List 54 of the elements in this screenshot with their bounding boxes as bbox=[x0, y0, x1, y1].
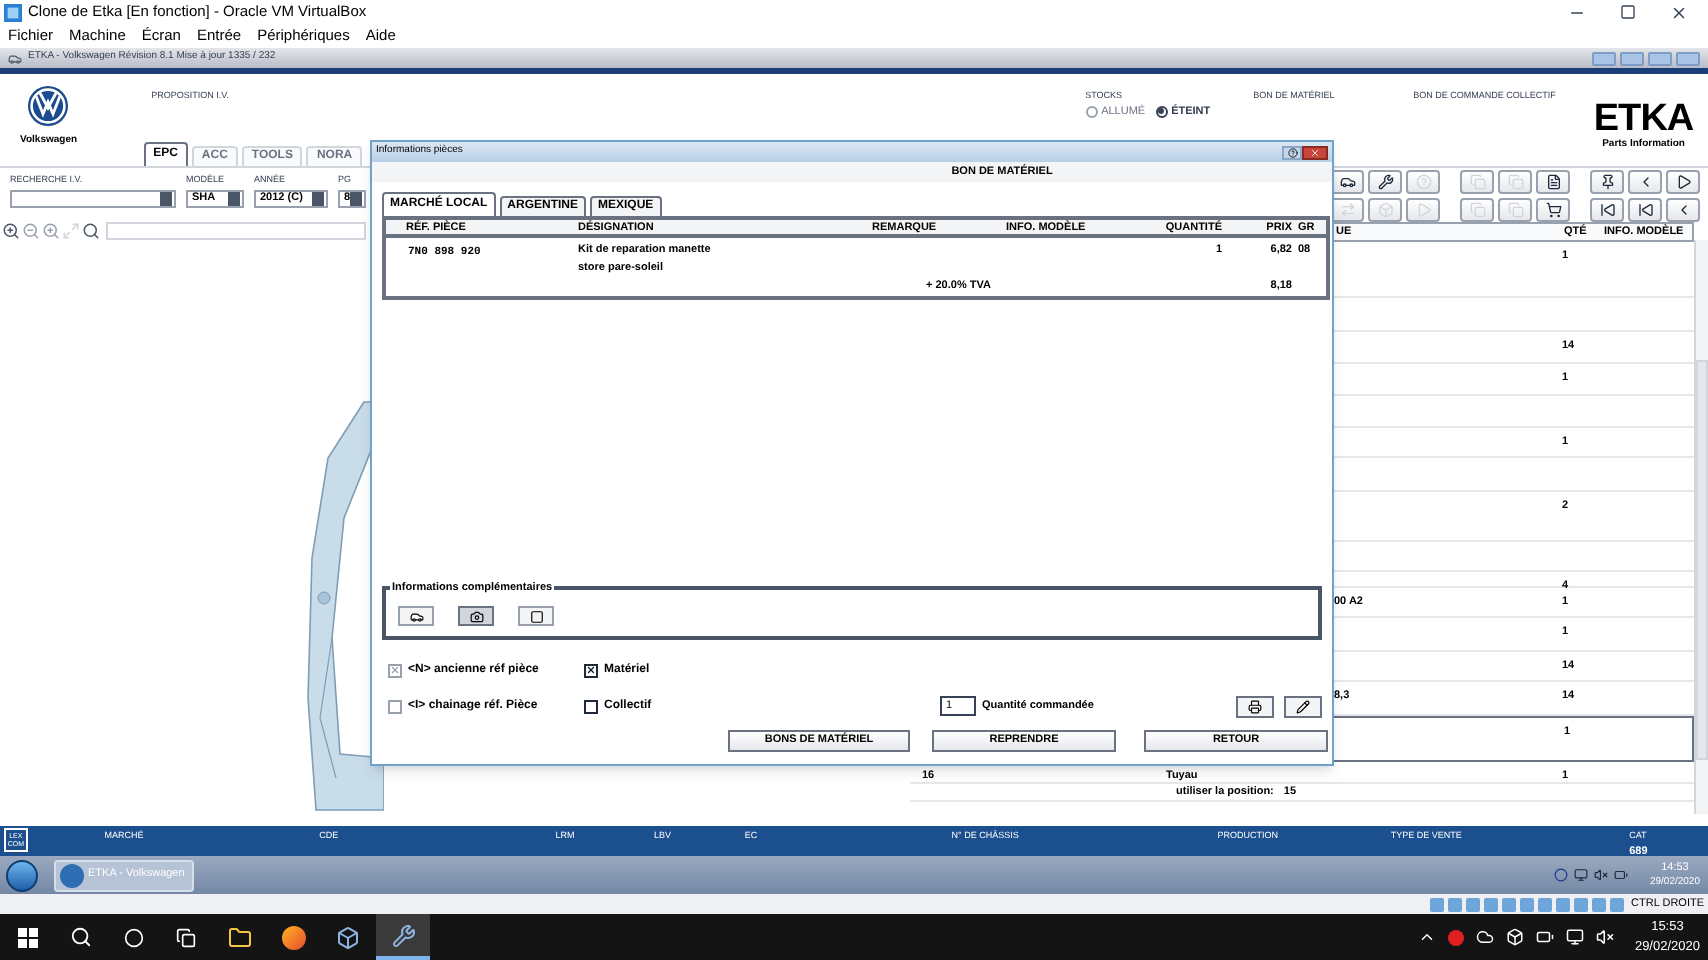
mute-icon[interactable] bbox=[1596, 928, 1615, 946]
cloud-icon[interactable] bbox=[1476, 928, 1495, 946]
vw-logo bbox=[26, 84, 71, 128]
chevron-up-icon[interactable] bbox=[1418, 928, 1437, 946]
car-icon bbox=[409, 609, 423, 623]
checkbox[interactable] bbox=[584, 663, 598, 677]
maximize-icon[interactable] bbox=[1620, 3, 1636, 19]
list-icon[interactable] bbox=[1536, 170, 1570, 194]
camera-button[interactable] bbox=[458, 606, 494, 626]
start-button[interactable] bbox=[6, 859, 38, 891]
box-icon[interactable] bbox=[1506, 928, 1525, 946]
task-view-icon[interactable] bbox=[176, 927, 196, 947]
frame-icon bbox=[529, 609, 543, 623]
windows-start-icon[interactable] bbox=[18, 927, 38, 947]
app-status-icon[interactable] bbox=[1448, 929, 1465, 945]
etka-logo: ETKA bbox=[1593, 102, 1694, 138]
display-icon[interactable] bbox=[1573, 868, 1588, 882]
dropdown[interactable] bbox=[10, 189, 176, 208]
cube-icon[interactable] bbox=[336, 925, 360, 949]
camera-icon bbox=[469, 609, 483, 623]
pin-icon[interactable] bbox=[1590, 170, 1624, 194]
help-icon bbox=[1287, 147, 1297, 157]
close-button[interactable] bbox=[1302, 145, 1328, 159]
active-app-button[interactable] bbox=[376, 914, 430, 960]
network-icon[interactable] bbox=[1553, 868, 1568, 882]
cortana-icon[interactable] bbox=[124, 927, 144, 947]
printer-icon bbox=[1248, 699, 1262, 713]
page-forward-icon[interactable] bbox=[1666, 170, 1700, 194]
first-icon[interactable] bbox=[1590, 198, 1624, 222]
document-icon[interactable] bbox=[1460, 170, 1494, 194]
wrench-icon[interactable] bbox=[1368, 170, 1402, 194]
help-button[interactable] bbox=[1282, 145, 1302, 159]
checkbox[interactable] bbox=[584, 699, 598, 713]
monitor-icon[interactable] bbox=[1566, 928, 1585, 946]
close-icon[interactable] bbox=[1670, 3, 1688, 21]
graphic-field[interactable] bbox=[106, 222, 366, 240]
zoom-in-icon[interactable] bbox=[2, 222, 20, 240]
speaker-icon[interactable] bbox=[1593, 868, 1608, 882]
document-icon[interactable] bbox=[1460, 198, 1494, 222]
zoom-fit-icon[interactable] bbox=[42, 222, 60, 240]
previous-icon[interactable] bbox=[1628, 198, 1662, 222]
car-icon bbox=[8, 51, 22, 65]
virtualbox-icon bbox=[4, 3, 22, 21]
edit-button[interactable] bbox=[1284, 695, 1322, 717]
pencil-icon bbox=[1296, 699, 1310, 713]
folder-icon[interactable] bbox=[228, 925, 252, 949]
blank-button[interactable] bbox=[518, 606, 554, 626]
browser-icon[interactable] bbox=[282, 925, 306, 949]
scrollbar[interactable] bbox=[1694, 240, 1708, 814]
print-button[interactable] bbox=[1236, 695, 1274, 717]
wrench-icon bbox=[391, 923, 415, 947]
cart-icon[interactable] bbox=[1536, 198, 1570, 222]
search-icon[interactable] bbox=[82, 222, 100, 240]
diagram-button[interactable] bbox=[398, 606, 434, 626]
